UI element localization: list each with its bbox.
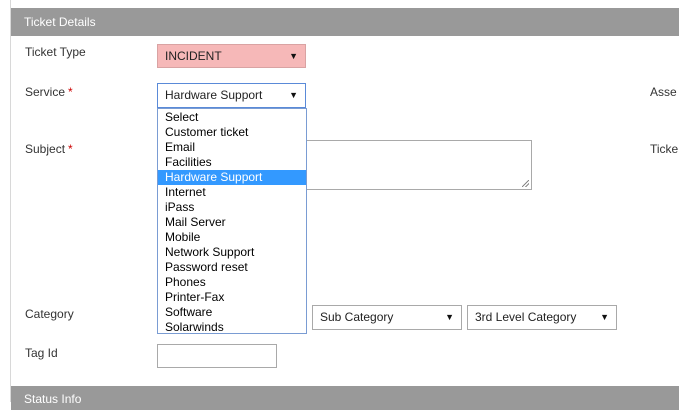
third-level-category-value: 3rd Level Category — [475, 310, 577, 324]
ticket-type-select[interactable]: INCIDENT ▼ — [157, 44, 306, 68]
service-select[interactable]: Hardware Support ▼ — [157, 83, 306, 108]
service-option-email[interactable]: Email — [158, 140, 306, 155]
subject-label: Subject * — [25, 142, 73, 156]
tag-id-input[interactable] — [157, 344, 277, 368]
ticket-label: Ticke — [650, 142, 679, 156]
service-option-software[interactable]: Software — [158, 305, 306, 320]
ticket-type-label: Ticket Type — [25, 45, 86, 59]
service-option-mail-server[interactable]: Mail Server — [158, 215, 306, 230]
chevron-down-icon: ▼ — [289, 90, 298, 100]
ticket-details-header: Ticket Details — [11, 8, 679, 36]
sub-category-select[interactable]: Sub Category ▼ — [312, 305, 462, 330]
service-option-internet[interactable]: Internet — [158, 185, 306, 200]
category-label: Category — [25, 307, 74, 321]
required-marker: * — [68, 142, 73, 156]
resize-grip-icon[interactable] — [522, 180, 529, 187]
left-border — [10, 0, 11, 402]
service-option-password-reset[interactable]: Password reset — [158, 260, 306, 275]
service-option-select[interactable]: Select — [158, 110, 306, 125]
service-label-text: Service — [25, 85, 66, 99]
service-option-ipass[interactable]: iPass — [158, 200, 306, 215]
service-option-network-support[interactable]: Network Support — [158, 245, 306, 260]
service-option-mobile[interactable]: Mobile — [158, 230, 306, 245]
service-value: Hardware Support — [165, 88, 263, 102]
service-option-phones[interactable]: Phones — [158, 275, 306, 290]
third-level-category-select[interactable]: 3rd Level Category ▼ — [467, 305, 617, 330]
service-option-printer-fax[interactable]: Printer-Fax — [158, 290, 306, 305]
chevron-down-icon: ▼ — [600, 312, 609, 322]
sub-category-value: Sub Category — [320, 310, 394, 324]
tag-id-label: Tag Id — [25, 346, 58, 360]
service-option-facilities[interactable]: Facilities — [158, 155, 306, 170]
service-label: Service * — [25, 85, 73, 99]
ticket-type-value: INCIDENT — [165, 49, 222, 63]
asset-label: Asse — [650, 85, 677, 99]
chevron-down-icon: ▼ — [289, 51, 298, 61]
chevron-down-icon: ▼ — [445, 312, 454, 322]
required-marker: * — [68, 85, 73, 99]
service-option-customer-ticket[interactable]: Customer ticket — [158, 125, 306, 140]
service-option-solarwinds[interactable]: Solarwinds — [158, 320, 306, 335]
subject-label-text: Subject — [25, 142, 66, 156]
status-info-header: Status Info — [11, 386, 679, 410]
service-dropdown-list[interactable]: Select Customer ticket Email Facilities … — [157, 108, 307, 334]
service-option-hardware-support[interactable]: Hardware Support — [158, 170, 306, 185]
